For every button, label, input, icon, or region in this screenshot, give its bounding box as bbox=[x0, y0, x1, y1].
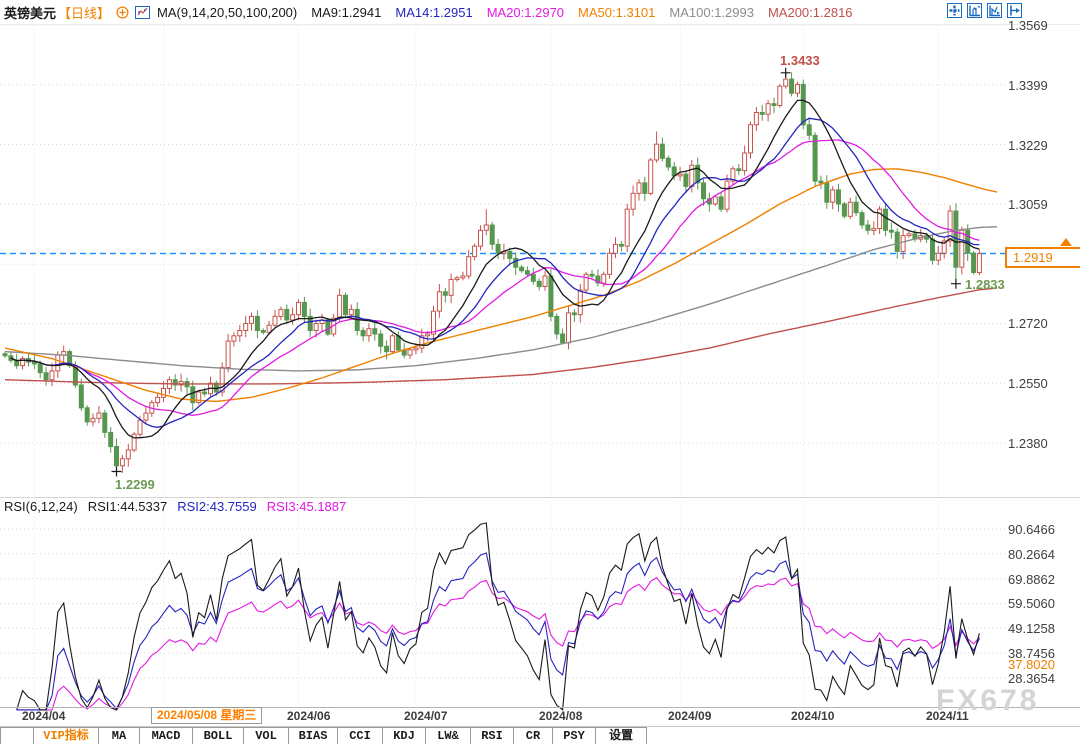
toolbar-tab-cr[interactable]: CR bbox=[514, 727, 553, 744]
rsi-axis-tick: 49.1258 bbox=[1008, 621, 1055, 636]
rsi-axis-tick: 80.2664 bbox=[1008, 547, 1055, 562]
current-price-tag: 1.2919 bbox=[1005, 247, 1080, 268]
candle-chart-icon[interactable] bbox=[135, 6, 150, 19]
toolbar-tab-vol[interactable]: VOL bbox=[244, 727, 289, 744]
price-up-arrow-icon bbox=[1060, 238, 1072, 246]
toolbar-spacer bbox=[0, 727, 34, 744]
price-axis-tick: 1.3399 bbox=[1008, 78, 1048, 93]
rsi-axis-tick: 59.5060 bbox=[1008, 596, 1055, 611]
ma-legend-item: MA14:1.2951 bbox=[395, 5, 472, 20]
pan-icon[interactable] bbox=[947, 3, 962, 18]
chart-header: 英镑美元 【日线】 MA(9,14,20,50,100,200) MA9:1.2… bbox=[0, 0, 1080, 25]
toolbar-tab-cci[interactable]: CCI bbox=[338, 727, 383, 744]
rsi-axis-tick: 69.8862 bbox=[1008, 572, 1055, 587]
price-axis-tick: 1.3569 bbox=[1008, 18, 1048, 33]
high-price-label: 1.3433 bbox=[780, 53, 820, 68]
chart-tool-icons bbox=[947, 3, 1022, 18]
toolbar-tab-kdj[interactable]: KDJ bbox=[383, 727, 426, 744]
rsi-axis-tick: 90.6466 bbox=[1008, 522, 1055, 537]
add-indicator-icon[interactable] bbox=[116, 6, 129, 19]
toolbar-tab-macd[interactable]: MACD bbox=[140, 727, 193, 744]
rsi-header-item: RSI(6,12,24) bbox=[4, 499, 78, 514]
toolbar-tab-bias[interactable]: BIAS bbox=[289, 727, 338, 744]
ma-group-label: MA(9,14,20,50,100,200) bbox=[157, 5, 297, 20]
indicator-toolbar: VIP指标MAMACDBOLLVOLBIASCCIKDJLW&RSICRPSY设… bbox=[0, 726, 1080, 744]
panel-divider bbox=[0, 497, 1080, 498]
toolbar-tab-ma[interactable]: MA bbox=[99, 727, 140, 744]
toolbar-tab-psy[interactable]: PSY bbox=[553, 727, 596, 744]
period-label[interactable]: 【日线】 bbox=[58, 3, 110, 22]
x-axis-month-label: 2024/06 bbox=[287, 709, 330, 723]
watermark: FX678 bbox=[936, 684, 1039, 718]
toolbar-tab-[interactable]: 设置 bbox=[596, 727, 647, 744]
x-axis-month-label: 2024/10 bbox=[791, 709, 834, 723]
low-price-label: 1.2299 bbox=[115, 477, 155, 492]
rsi-header-item: RSI2:43.7559 bbox=[177, 499, 257, 514]
x-axis-month-label: 2024/09 bbox=[668, 709, 711, 723]
ma-legend-item: MA20:1.2970 bbox=[487, 5, 564, 20]
ma-legend-item: MA200:1.2816 bbox=[768, 5, 853, 20]
chart-canvas[interactable] bbox=[0, 0, 1080, 744]
toolbar-tab-rsi[interactable]: RSI bbox=[471, 727, 514, 744]
rsi-header: RSI(6,12,24) RSI1:44.5337 RSI2:43.7559 RSI3… bbox=[4, 499, 366, 514]
price-axis-tick: 1.2550 bbox=[1008, 376, 1048, 391]
ma-legend: MA9:1.2941 MA14:1.2951 MA20:1.2970 MA50:1.3… bbox=[297, 5, 852, 20]
ma-legend-item: MA100:1.2993 bbox=[669, 5, 754, 20]
shift-right-icon[interactable] bbox=[1007, 3, 1022, 18]
symbol-name: 英镑美元 bbox=[4, 3, 56, 22]
ma-legend-item: MA9:1.2941 bbox=[311, 5, 381, 20]
price-axis-tick: 1.3229 bbox=[1008, 138, 1048, 153]
x-axis-month-label: 2024/08 bbox=[539, 709, 582, 723]
price-axis-tick: 1.2720 bbox=[1008, 316, 1048, 331]
rsi-header-item: RSI3:45.1887 bbox=[267, 499, 347, 514]
price-axis-tick: 1.2380 bbox=[1008, 436, 1048, 451]
crosshair-date-tooltip: 2024/05/08 星期三 bbox=[151, 707, 262, 724]
low-price-label: 1.2833 bbox=[965, 277, 1005, 292]
x-axis-month-label: 2024/07 bbox=[404, 709, 447, 723]
x-axis-month-label: 2024/04 bbox=[22, 709, 65, 723]
scale-y-axis-icon[interactable] bbox=[967, 3, 982, 18]
trading-app-window: FX678 英镑美元 【日线】 MA(9,14,20,50,100,200) M… bbox=[0, 0, 1080, 744]
scale-x-axis-icon[interactable] bbox=[987, 3, 1002, 18]
ma-legend-item: MA50:1.3101 bbox=[578, 5, 655, 20]
toolbar-tab-boll[interactable]: BOLL bbox=[193, 727, 244, 744]
toolbar-tab-lw[interactable]: LW& bbox=[426, 727, 471, 744]
rsi-current-value: 37.8020 bbox=[1008, 657, 1055, 672]
rsi-header-item: RSI1:44.5337 bbox=[88, 499, 168, 514]
toolbar-tab-vip[interactable]: VIP指标 bbox=[34, 727, 99, 744]
price-axis-tick: 1.3059 bbox=[1008, 197, 1048, 212]
